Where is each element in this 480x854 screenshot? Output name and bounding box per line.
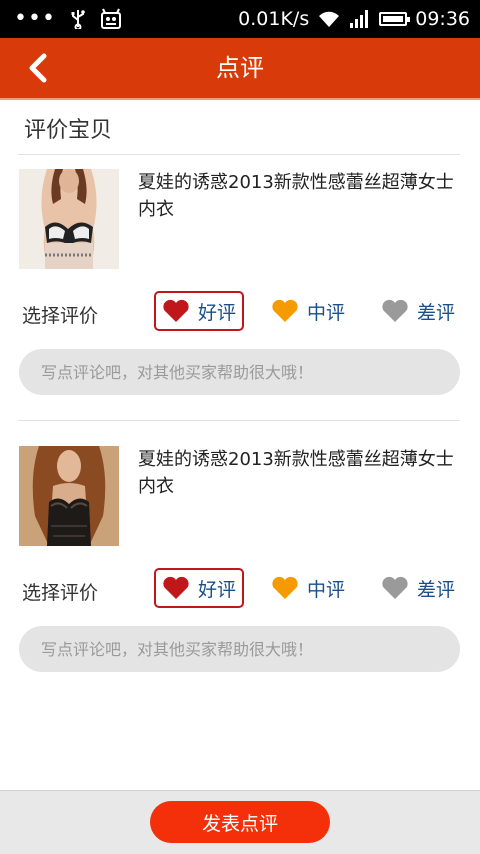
heart-red-icon (163, 299, 189, 322)
product-name[interactable]: 夏娃的诱惑2013新款性感蕾丝超薄女士内衣 (138, 446, 458, 500)
review-card: 夏娃的诱惑2013新款性感蕾丝超薄女士内衣 选择评价 好评 中评 差评 (0, 446, 480, 686)
product-image[interactable] (19, 446, 119, 546)
notification-dots-icon: ••• (14, 6, 56, 31)
comment-input[interactable] (19, 626, 460, 672)
status-bar: ••• 0.01K/s 09:36 (0, 0, 480, 38)
wifi-icon (319, 11, 340, 27)
heart-gray-icon (382, 299, 408, 322)
rate-mid-option[interactable]: 中评 (263, 568, 353, 608)
heart-red-icon (163, 576, 189, 599)
rate-mid-option[interactable]: 中评 (263, 291, 353, 331)
usb-icon (71, 10, 85, 29)
bottom-bar: 发表点评 (0, 790, 480, 854)
battery-icon (379, 12, 411, 26)
divider (18, 420, 460, 421)
rate-bad-option[interactable]: 差评 (373, 291, 463, 331)
rate-good-option[interactable]: 好评 (154, 291, 244, 331)
title-bar: 点评 (0, 38, 480, 100)
product-image[interactable] (19, 169, 119, 269)
rate-label: 选择评价 (22, 305, 99, 327)
section-title: 评价宝贝 (24, 118, 113, 143)
rate-good-option[interactable]: 好评 (154, 568, 244, 608)
rate-bad-label: 差评 (417, 301, 456, 324)
submit-review-button[interactable]: 发表点评 (150, 801, 330, 843)
network-speed: 0.01K/s (238, 8, 310, 30)
product-name[interactable]: 夏娃的诱惑2013新款性感蕾丝超薄女士内衣 (138, 169, 458, 223)
product-photo (19, 169, 119, 269)
product-photo (19, 446, 119, 546)
rate-mid-label: 中评 (307, 578, 346, 601)
review-card: 夏娃的诱惑2013新款性感蕾丝超薄女士内衣 选择评价 好评 中评 差评 (0, 169, 480, 409)
comment-input[interactable] (19, 349, 460, 395)
heart-orange-icon (272, 299, 298, 322)
page-title: 点评 (216, 54, 264, 82)
clock: 09:36 (415, 8, 470, 30)
rate-mid-label: 中评 (307, 301, 346, 324)
rate-good-label: 好评 (198, 578, 237, 601)
android-debug-icon (100, 8, 121, 29)
rate-bad-option[interactable]: 差评 (373, 568, 463, 608)
divider (18, 154, 460, 155)
signal-icon (350, 10, 369, 28)
rate-good-label: 好评 (198, 301, 237, 324)
rate-label: 选择评价 (22, 582, 99, 604)
rate-bad-label: 差评 (417, 578, 456, 601)
heart-orange-icon (272, 576, 298, 599)
heart-gray-icon (382, 576, 408, 599)
